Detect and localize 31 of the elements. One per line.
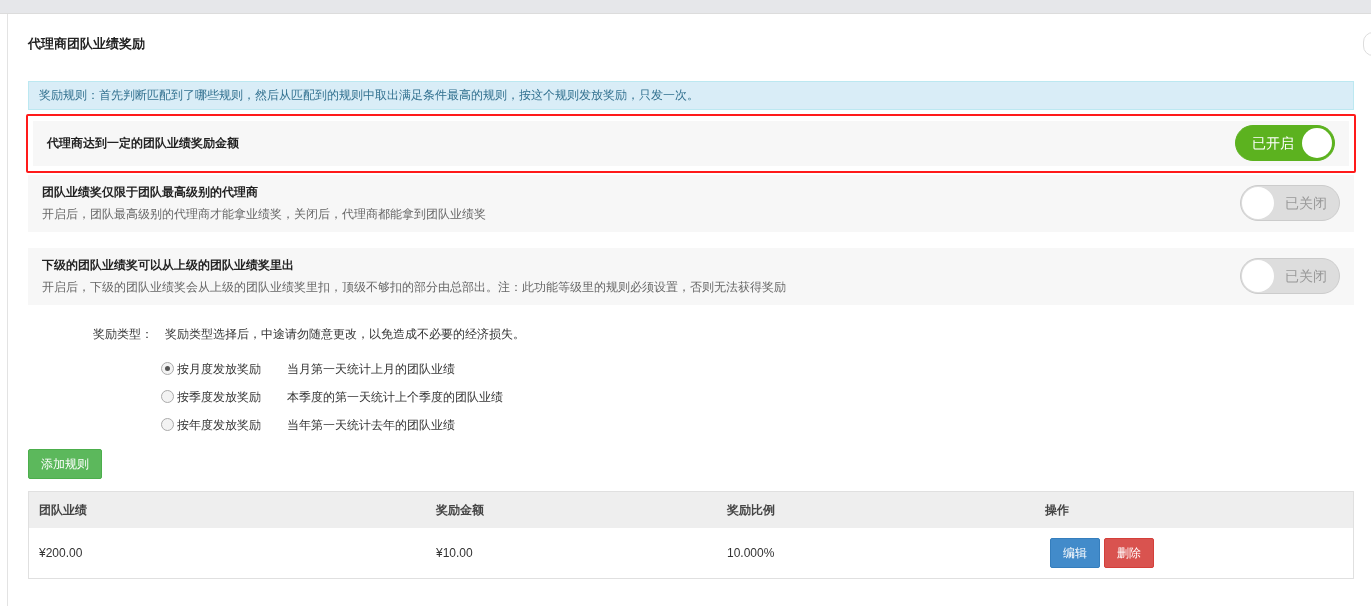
toggle-switch[interactable]: 已开启 — [1235, 125, 1335, 161]
edit-button[interactable]: 编辑 — [1050, 537, 1100, 568]
setting-description: 开启后，团队最高级别的代理商才能拿业绩奖，关闭后，代理商都能拿到团队业绩奖 — [42, 206, 486, 223]
delete-button[interactable]: 删除 — [1104, 537, 1154, 568]
setting-title: 团队业绩奖仅限于团队最高级别的代理商 — [42, 184, 259, 201]
table-cell: 10.000% — [727, 545, 775, 560]
radio-button[interactable] — [161, 418, 174, 431]
column-header: 团队业绩 — [39, 502, 87, 517]
column-header: 奖励比例 — [727, 502, 775, 517]
radio-button[interactable] — [161, 390, 174, 403]
column-header: 操作 — [1045, 502, 1069, 517]
radio-label[interactable]: 按月度发放奖励 — [177, 359, 287, 378]
radio-label[interactable]: 按年度发放奖励 — [177, 415, 287, 434]
table-cell: ¥200.00 — [39, 545, 83, 560]
setting-title: 下级的团队业绩奖可以从上级的团队业绩奖里出 — [42, 257, 295, 274]
setting-description: 开启后，下级的团队业绩奖会从上级的团队业绩奖里扣，顶级不够扣的部分由总部出。注：此功能等级里的规则必须设置，否则无法获得奖励 — [42, 279, 786, 296]
radio-description: 当年第一天统计去年的团队业绩 — [287, 416, 455, 434]
radio-button[interactable] — [161, 362, 174, 375]
radio-description: 当月第一天统计上月的团队业绩 — [287, 360, 455, 378]
table-cell: ¥10.00 — [436, 545, 473, 560]
add-rule-button[interactable]: 添加规则 — [28, 448, 102, 479]
setting-title: 代理商达到一定的团队业绩奖励金额 — [47, 135, 239, 152]
radio-label[interactable]: 按季度发放奖励 — [177, 387, 287, 406]
info-banner: 奖励规则：首先判断匹配到了哪些规则，然后从匹配到的规则中取出满足条件最高的规则，按这个规则发放奖励，只发一次。 — [28, 80, 1354, 110]
page-title: 代理商团队业绩奖励 — [28, 35, 146, 53]
toggle-switch[interactable]: 已关闭 — [1240, 185, 1340, 221]
reward-type-hint: 奖励类型选择后，中途请勿随意更改，以免造成不必要的经济损失。 — [165, 325, 525, 343]
column-header: 奖励金额 — [436, 502, 484, 517]
toggle-switch[interactable]: 已关闭 — [1240, 258, 1340, 294]
reward-type-label: 奖励类型： — [92, 325, 154, 343]
radio-description: 本季度的第一天统计上个季度的团队业绩 — [287, 388, 503, 406]
